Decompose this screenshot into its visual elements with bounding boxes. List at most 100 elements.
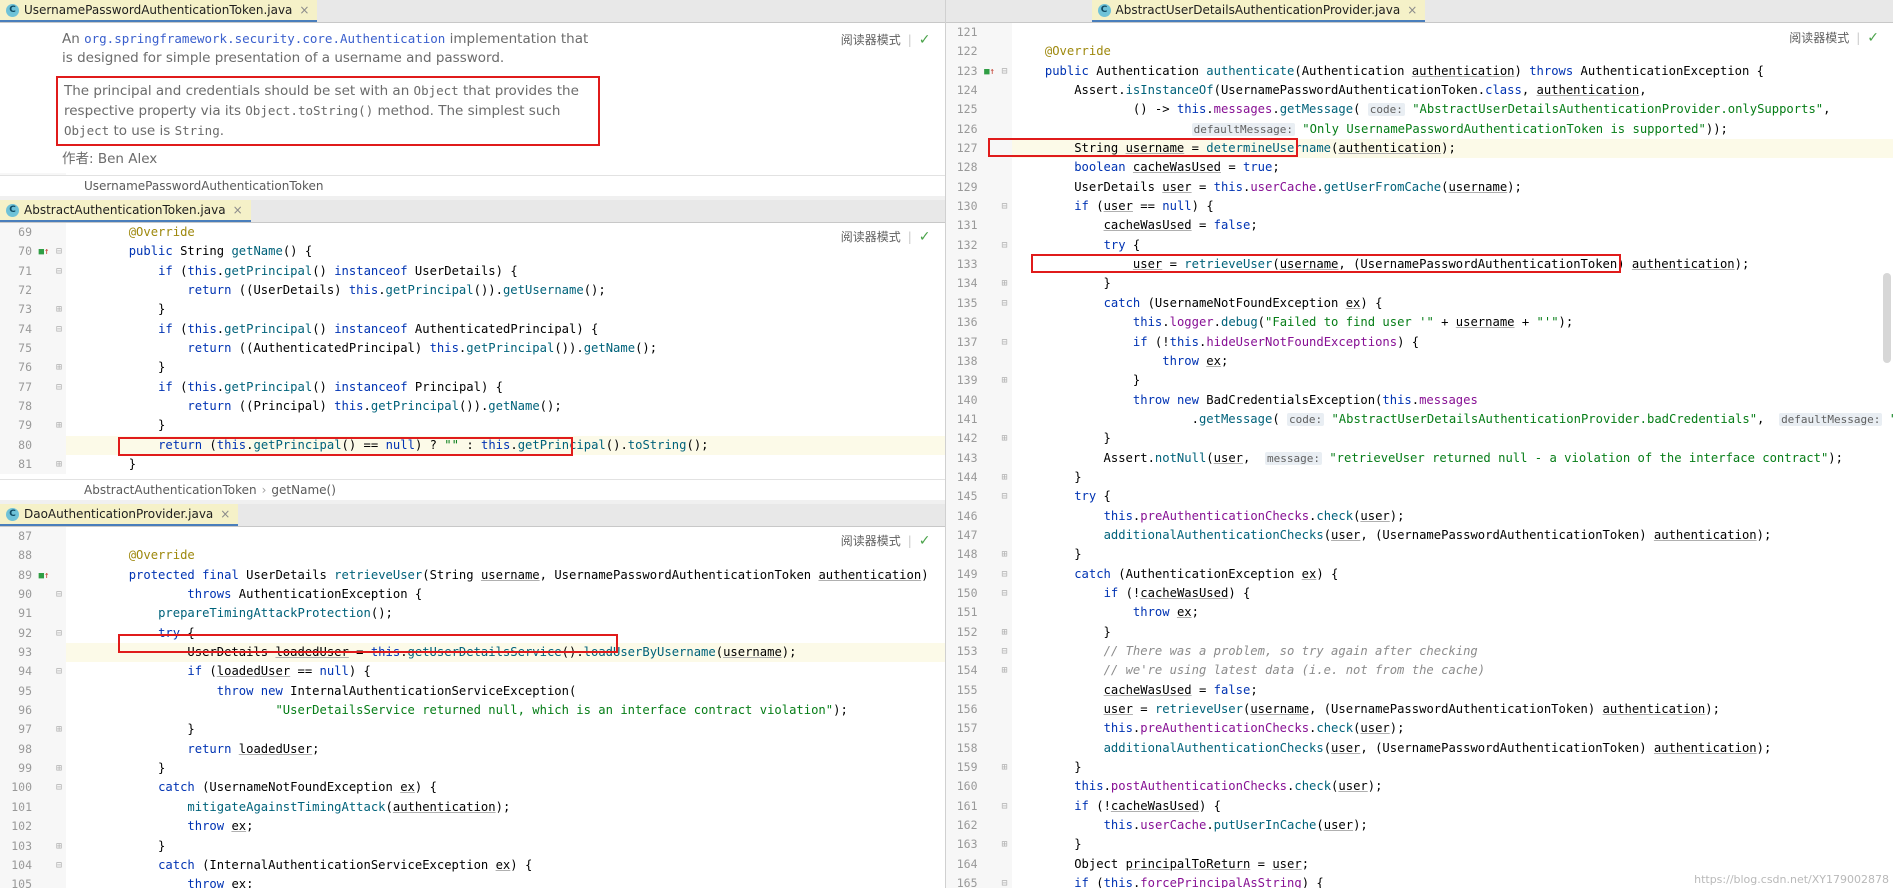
code-line[interactable]: 90 ⊟ throws AuthenticationException { — [0, 585, 945, 605]
code-line[interactable]: 154 ⊞ // we're using latest data (i.e. no… — [945, 661, 1893, 681]
fold-toggle-icon[interactable]: ⊟ — [52, 377, 66, 398]
code-line[interactable]: 164 Object principalToReturn = user; — [945, 854, 1893, 875]
reader-mode-label[interactable]: 阅读器模式 — [841, 532, 901, 549]
code-line[interactable]: 97 ⊞ } — [0, 720, 945, 740]
code-line[interactable]: 94 ⊟ if (loadedUser == null) { — [0, 662, 945, 682]
code-line[interactable]: 160 this.postAuthenticationChecks.check(… — [945, 777, 1893, 797]
code-line[interactable]: 143 Assert.notNull(user, message: "retri… — [945, 448, 1893, 468]
code-line[interactable]: 127 String username = determineUsername(… — [945, 139, 1893, 159]
code-line[interactable]: 87 — [0, 527, 945, 547]
fold-toggle-icon[interactable]: ⊟ — [997, 796, 1012, 817]
fold-toggle-icon[interactable]: ⊞ — [997, 371, 1012, 391]
tab-dao-authentication-provider[interactable]: C DaoAuthenticationProvider.java × — [0, 504, 239, 526]
code-line[interactable]: 152 ⊞ } — [945, 622, 1893, 642]
fold-toggle-icon[interactable]: ⊟ — [997, 642, 1012, 662]
close-icon[interactable]: × — [1407, 3, 1417, 17]
code-line[interactable]: 151 throw ex; — [945, 603, 1893, 623]
code-line[interactable]: 122 @Override — [945, 42, 1893, 62]
code-line[interactable]: 98 return loadedUser; — [0, 739, 945, 760]
fold-toggle-icon[interactable]: ⊞ — [997, 622, 1012, 642]
code-line[interactable]: 163 ⊞ } — [945, 835, 1893, 855]
fold-toggle-icon[interactable]: ⊞ — [52, 836, 66, 856]
code-line[interactable]: 141 .getMessage( code: "AbstractUserDeta… — [945, 409, 1893, 430]
code-line[interactable]: 74 ⊟ if (this.getPrincipal() instanceof A… — [0, 319, 945, 340]
editor-pane1[interactable]: 阅读器模式 | ✓ An org.springframework.securit… — [0, 23, 945, 175]
check-icon[interactable]: ✓ — [919, 533, 931, 549]
code-line[interactable]: 95 throw new InternalAuthenticationServi… — [0, 681, 945, 702]
code-line[interactable]: 88 @Override — [0, 546, 945, 566]
check-icon[interactable]: ✓ — [919, 32, 931, 48]
code-line[interactable]: 89 ■↑ protected final UserDetails retriev… — [0, 565, 945, 586]
fold-toggle-icon[interactable]: ⊟ — [997, 874, 1012, 888]
code-line[interactable]: 96 "UserDetailsService returned null, wh… — [0, 701, 945, 721]
breadcrumb-item[interactable]: UsernamePasswordAuthenticationToken — [84, 179, 323, 193]
override-marker-icon[interactable]: ■↑ — [981, 61, 998, 82]
code-rows-pane2[interactable]: 69 @Override 70 ■↑ ⊟ public String getName(… — [0, 223, 945, 475]
code-line[interactable]: 139 ⊞ } — [945, 371, 1893, 391]
code-line[interactable]: 121 — [945, 23, 1893, 43]
code-line[interactable]: 159 ⊞ } — [945, 758, 1893, 778]
editor-right[interactable]: 阅读器模式 | ✓ 121 122 @Override 123 ■↑ ⊟ public… — [945, 23, 1893, 888]
code-line[interactable]: 131 cacheWasUsed = false; — [945, 216, 1893, 236]
javadoc-link[interactable]: org.springframework.security.core.Authen… — [84, 31, 445, 46]
code-line[interactable]: 79 ⊞ } — [0, 416, 945, 436]
code-line[interactable]: 105 throw ex; — [0, 875, 945, 888]
fold-toggle-icon[interactable]: ⊟ — [52, 319, 66, 340]
fold-toggle-icon[interactable]: ⊞ — [52, 759, 66, 779]
fold-toggle-icon[interactable]: ⊞ — [997, 661, 1012, 681]
code-line[interactable]: 142 ⊞ } — [945, 429, 1893, 449]
check-icon[interactable]: ✓ — [919, 229, 931, 245]
fold-toggle-icon[interactable]: ⊞ — [997, 274, 1012, 294]
fold-toggle-icon[interactable]: ⊟ — [997, 583, 1012, 604]
close-icon[interactable]: × — [220, 507, 230, 521]
code-line[interactable]: 128 boolean cacheWasUsed = true; — [945, 158, 1893, 178]
fold-toggle-icon[interactable]: ⊟ — [52, 855, 66, 876]
code-line[interactable]: 130 ⊟ if (user == null) { — [945, 197, 1893, 217]
fold-toggle-icon[interactable]: ⊟ — [997, 293, 1012, 314]
code-line[interactable]: 145 ⊟ try { — [945, 487, 1893, 507]
reader-mode-widget-right[interactable]: 阅读器模式 | ✓ — [1789, 29, 1879, 46]
reader-mode-widget-pane1[interactable]: 阅读器模式 | ✓ — [841, 31, 931, 48]
code-line[interactable]: 100 ⊟ catch (UsernameNotFoundException ex… — [0, 778, 945, 798]
fold-toggle-icon[interactable]: ⊟ — [52, 261, 66, 282]
tab-username-password-authentication-token[interactable]: C UsernamePasswordAuthenticationToken.ja… — [0, 0, 318, 22]
code-line[interactable]: 91 prepareTimingAttackProtection(); — [0, 604, 945, 624]
code-line[interactable]: 81 ⊞ } — [0, 455, 945, 475]
code-line[interactable]: 146 this.preAuthenticationChecks.check(u… — [945, 506, 1893, 526]
code-rows-right[interactable]: 121 122 @Override 123 ■↑ ⊟ public Authentic… — [945, 23, 1893, 888]
fold-toggle-icon[interactable]: ⊞ — [997, 545, 1012, 565]
fold-toggle-icon[interactable]: ⊟ — [997, 61, 1012, 82]
code-line[interactable]: 150 ⊟ if (!cacheWasUsed) { — [945, 583, 1893, 604]
code-line[interactable]: 99 ⊞ } — [0, 759, 945, 779]
fold-toggle-icon[interactable]: ⊞ — [52, 358, 66, 378]
fold-toggle-icon[interactable]: ⊟ — [997, 487, 1012, 507]
vertical-scrollbar-thumb[interactable] — [1883, 273, 1891, 363]
code-line[interactable]: 136 this.logger.debug("Failed to find us… — [945, 313, 1893, 333]
code-line[interactable]: 157 this.preAuthenticationChecks.check(u… — [945, 719, 1893, 739]
fold-toggle-icon[interactable]: ⊞ — [997, 758, 1012, 778]
code-line[interactable]: 125 () -> this.messages.getMessage( code… — [945, 100, 1893, 120]
editor-pane3[interactable]: 阅读器模式 | ✓ 87 88 @Override 89 ■↑ protected … — [0, 527, 945, 888]
code-line[interactable]: 132 ⊟ try { — [945, 235, 1893, 256]
code-line[interactable]: 77 ⊟ if (this.getPrincipal() instanceof P… — [0, 377, 945, 398]
code-line[interactable]: 69 @Override — [0, 223, 945, 243]
code-line[interactable]: 134 ⊞ } — [945, 274, 1893, 294]
code-line[interactable]: 137 ⊟ if (!this.hideUserNotFoundException… — [945, 332, 1893, 352]
code-line[interactable]: 80 return (this.getPrincipal() == null) … — [0, 435, 945, 456]
code-line[interactable]: 73 ⊞ } — [0, 300, 945, 320]
code-line[interactable]: 126 defaultMessage: "Only UsernamePasswo… — [945, 119, 1893, 140]
fold-toggle-icon[interactable]: ⊞ — [997, 835, 1012, 855]
breadcrumb-item-class[interactable]: AbstractAuthenticationToken — [84, 483, 257, 497]
fold-toggle-icon[interactable]: ⊟ — [997, 235, 1012, 256]
reader-mode-label[interactable]: 阅读器模式 — [841, 228, 901, 245]
fold-toggle-icon[interactable]: ⊟ — [997, 197, 1012, 217]
reader-mode-label[interactable]: 阅读器模式 — [1789, 29, 1849, 46]
code-line[interactable]: 161 ⊟ if (!cacheWasUsed) { — [945, 796, 1893, 817]
code-line[interactable]: 148 ⊞ } — [945, 545, 1893, 565]
code-line[interactable]: 72 return ((UserDetails) this.getPrincip… — [0, 281, 945, 301]
code-line[interactable]: 156 user = retrieveUser(username, (Usern… — [945, 700, 1893, 720]
code-line[interactable]: 135 ⊟ catch (UsernameNotFoundException ex… — [945, 293, 1893, 314]
reader-mode-widget-pane3[interactable]: 阅读器模式 | ✓ — [841, 532, 931, 549]
code-rows-pane3[interactable]: 87 88 @Override 89 ■↑ protected final User… — [0, 527, 945, 888]
fold-toggle-icon[interactable]: ⊟ — [52, 242, 66, 262]
